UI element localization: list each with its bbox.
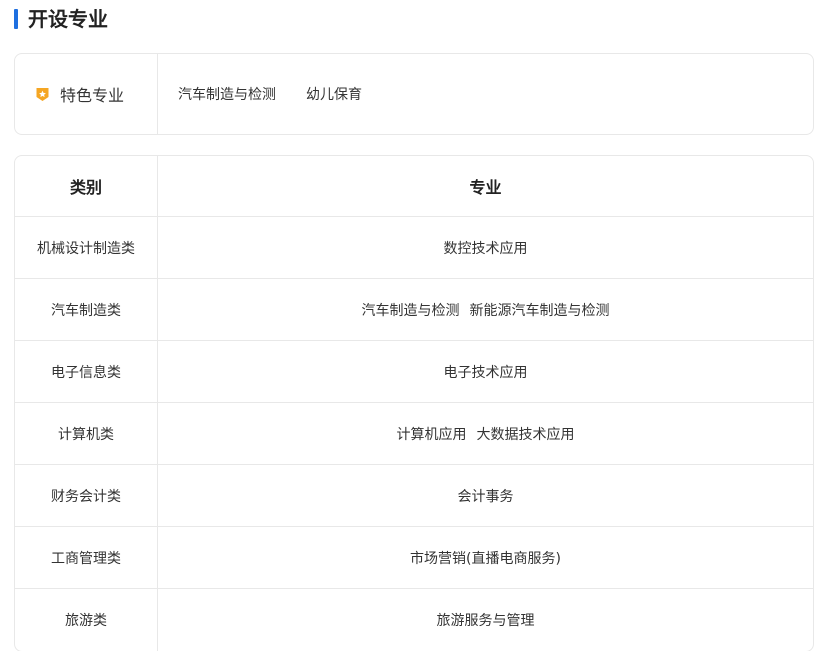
header-category: 类别 [15, 156, 158, 216]
featured-list: 汽车制造与检测 幼儿保育 [178, 54, 362, 134]
table-row: 财务会计类 会计事务 [15, 465, 813, 527]
category-cell: 工商管理类 [15, 527, 158, 588]
majors-cell: 会计事务 [158, 465, 813, 526]
featured-majors-card: 特色专业 汽车制造与检测 幼儿保育 [14, 53, 814, 135]
section-title: 开设专业 [28, 7, 108, 31]
category-cell: 机械设计制造类 [15, 217, 158, 278]
category-cell: 电子信息类 [15, 341, 158, 402]
major-name[interactable]: 会计事务 [458, 486, 514, 506]
category-cell: 旅游类 [15, 589, 158, 651]
featured-item[interactable]: 汽车制造与检测 [178, 84, 276, 104]
table-header-row: 类别 专业 [15, 156, 813, 217]
table-row: 汽车制造类 汽车制造与检测 新能源汽车制造与检测 [15, 279, 813, 341]
category-cell: 财务会计类 [15, 465, 158, 526]
major-name[interactable]: 新能源汽车制造与检测 [470, 300, 610, 320]
major-name[interactable]: 汽车制造与检测 [362, 300, 460, 320]
section-header: 开设专业 [14, 8, 108, 30]
featured-item[interactable]: 幼儿保育 [306, 84, 362, 104]
major-name[interactable]: 旅游服务与管理 [437, 610, 535, 630]
featured-label: 特色专业 [60, 86, 125, 105]
table-row: 工商管理类 市场营销(直播电商服务) [15, 527, 813, 589]
table-row: 电子信息类 电子技术应用 [15, 341, 813, 403]
majors-cell: 旅游服务与管理 [158, 589, 813, 651]
majors-cell: 计算机应用 大数据技术应用 [158, 403, 813, 464]
title-accent-bar [14, 9, 18, 29]
table-row: 旅游类 旅游服务与管理 [15, 589, 813, 651]
majors-cell: 汽车制造与检测 新能源汽车制造与检测 [158, 279, 813, 340]
majors-cell: 数控技术应用 [158, 217, 813, 278]
header-majors: 专业 [469, 178, 502, 197]
major-name[interactable]: 电子技术应用 [444, 362, 528, 382]
featured-label-cell: 特色专业 [15, 54, 158, 134]
page: 开设专业 特色专业 汽车制造与检测 幼儿保育 类别 专业 机械设计制造类 数控技… [0, 0, 824, 651]
majors-cell: 市场营销(直播电商服务) [158, 527, 813, 588]
major-name[interactable]: 大数据技术应用 [477, 424, 575, 444]
category-cell: 计算机类 [15, 403, 158, 464]
major-name[interactable]: 计算机应用 [397, 424, 467, 444]
table-row: 机械设计制造类 数控技术应用 [15, 217, 813, 279]
majors-table: 类别 专业 机械设计制造类 数控技术应用 汽车制造类 汽车制造与检测 新能源汽车… [14, 155, 814, 651]
majors-cell: 电子技术应用 [158, 341, 813, 402]
table-row: 计算机类 计算机应用 大数据技术应用 [15, 403, 813, 465]
major-name[interactable]: 市场营销(直播电商服务) [410, 548, 561, 568]
major-name[interactable]: 数控技术应用 [444, 238, 528, 258]
star-badge-icon [35, 87, 50, 102]
category-cell: 汽车制造类 [15, 279, 158, 340]
